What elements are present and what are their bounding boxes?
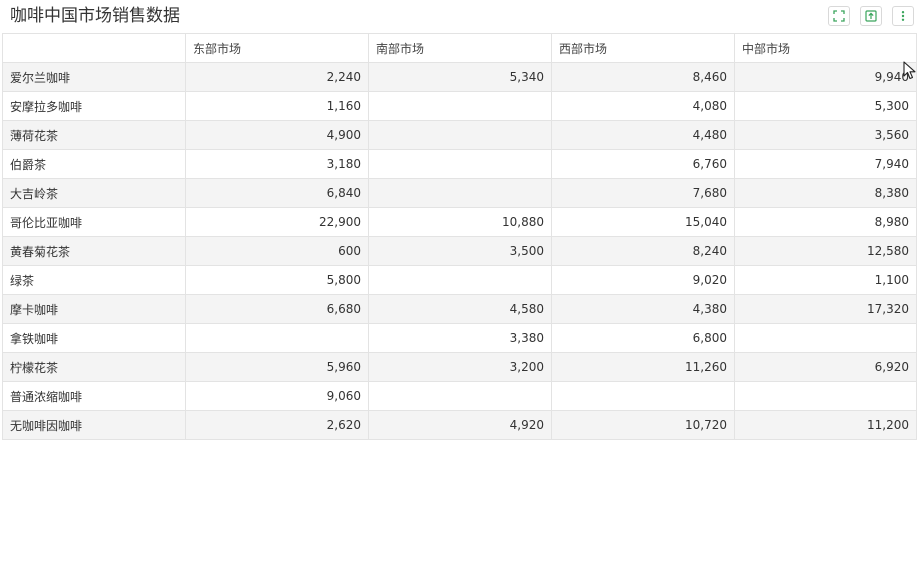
value-cell[interactable]: 3,180 xyxy=(185,149,369,179)
row-label-cell[interactable]: 黄春菊花茶 xyxy=(2,236,186,266)
value-cell[interactable]: 5,800 xyxy=(185,265,369,295)
value-cell[interactable] xyxy=(368,120,552,150)
row-label-cell[interactable]: 大吉岭茶 xyxy=(2,178,186,208)
value-cell[interactable]: 4,480 xyxy=(551,120,735,150)
column-header[interactable]: 西部市场 xyxy=(551,33,735,63)
table-row: 安摩拉多咖啡 1,160 4,080 5,300 xyxy=(2,91,917,121)
mouse-cursor-icon xyxy=(903,61,916,80)
fullscreen-icon xyxy=(833,10,845,22)
value-cell[interactable]: 4,920 xyxy=(368,410,552,440)
table-row: 哥伦比亚咖啡 22,900 10,880 15,040 8,980 xyxy=(2,207,917,237)
value-cell[interactable]: 5,960 xyxy=(185,352,369,382)
value-cell[interactable]: 8,380 xyxy=(734,178,917,208)
table-row: 薄荷花茶 4,900 4,480 3,560 xyxy=(2,120,917,150)
value-cell[interactable]: 2,620 xyxy=(185,410,369,440)
value-cell[interactable] xyxy=(368,381,552,411)
value-cell[interactable]: 9,060 xyxy=(185,381,369,411)
table-row: 普通浓缩咖啡 9,060 xyxy=(2,381,917,411)
value-cell[interactable]: 3,380 xyxy=(368,323,552,353)
table-row: 伯爵茶 3,180 6,760 7,940 xyxy=(2,149,917,179)
value-cell[interactable]: 10,880 xyxy=(368,207,552,237)
value-cell[interactable]: 4,900 xyxy=(185,120,369,150)
row-label-cell[interactable]: 拿铁咖啡 xyxy=(2,323,186,353)
table-row: 拿铁咖啡 3,380 6,800 xyxy=(2,323,917,353)
value-cell[interactable]: 4,080 xyxy=(551,91,735,121)
value-cell[interactable]: 1,100 xyxy=(734,265,917,295)
value-cell[interactable]: 8,460 xyxy=(551,62,735,92)
table-header-row: 东部市场 南部市场 西部市场 中部市场 xyxy=(2,33,917,63)
value-cell[interactable]: 11,200 xyxy=(734,410,917,440)
value-cell[interactable]: 17,320 xyxy=(734,294,917,324)
value-cell[interactable]: 5,340 xyxy=(368,62,552,92)
table-row: 大吉岭茶 6,840 7,680 8,380 xyxy=(2,178,917,208)
value-cell[interactable]: 7,680 xyxy=(551,178,735,208)
more-vertical-icon xyxy=(901,11,905,21)
value-cell[interactable]: 5,300 xyxy=(734,91,917,121)
table-row: 摩卡咖啡 6,680 4,580 4,380 17,320 xyxy=(2,294,917,324)
value-cell[interactable]: 1,160 xyxy=(185,91,369,121)
more-button[interactable] xyxy=(892,6,914,26)
value-cell[interactable]: 3,200 xyxy=(368,352,552,382)
value-cell[interactable] xyxy=(368,265,552,295)
value-cell[interactable]: 3,560 xyxy=(734,120,917,150)
table-row: 黄春菊花茶 600 3,500 8,240 12,580 xyxy=(2,236,917,266)
value-cell[interactable]: 8,240 xyxy=(551,236,735,266)
value-cell[interactable]: 9,940 xyxy=(734,62,917,92)
fullscreen-button[interactable] xyxy=(828,6,850,26)
value-cell[interactable] xyxy=(368,178,552,208)
value-cell[interactable] xyxy=(734,323,917,353)
value-cell[interactable]: 7,940 xyxy=(734,149,917,179)
row-label-cell[interactable]: 柠檬花茶 xyxy=(2,352,186,382)
value-cell[interactable]: 9,020 xyxy=(551,265,735,295)
value-cell[interactable]: 10,720 xyxy=(551,410,735,440)
value-cell[interactable]: 6,760 xyxy=(551,149,735,179)
value-cell[interactable] xyxy=(185,323,369,353)
value-cell[interactable]: 3,500 xyxy=(368,236,552,266)
row-label-cell[interactable]: 伯爵茶 xyxy=(2,149,186,179)
table-row: 爱尔兰咖啡 2,240 5,340 8,460 9,940 xyxy=(2,62,917,92)
row-label-cell[interactable]: 爱尔兰咖啡 xyxy=(2,62,186,92)
column-header[interactable]: 中部市场 xyxy=(734,33,917,63)
row-label-cell[interactable]: 薄荷花茶 xyxy=(2,120,186,150)
value-cell[interactable]: 600 xyxy=(185,236,369,266)
value-cell[interactable]: 2,240 xyxy=(185,62,369,92)
row-label-cell[interactable]: 普通浓缩咖啡 xyxy=(2,381,186,411)
value-cell[interactable]: 6,840 xyxy=(185,178,369,208)
column-header[interactable] xyxy=(2,33,186,63)
value-cell[interactable]: 8,980 xyxy=(734,207,917,237)
row-label-cell[interactable]: 哥伦比亚咖啡 xyxy=(2,207,186,237)
column-header[interactable]: 东部市场 xyxy=(185,33,369,63)
row-label-cell[interactable]: 绿茶 xyxy=(2,265,186,295)
page-title: 咖啡中国市场销售数据 xyxy=(10,6,180,26)
value-cell[interactable]: 22,900 xyxy=(185,207,369,237)
row-label-cell[interactable]: 摩卡咖啡 xyxy=(2,294,186,324)
value-cell[interactable]: 12,580 xyxy=(734,236,917,266)
value-cell[interactable] xyxy=(734,381,917,411)
row-label-cell[interactable]: 安摩拉多咖啡 xyxy=(2,91,186,121)
value-cell[interactable]: 6,680 xyxy=(185,294,369,324)
column-header[interactable]: 南部市场 xyxy=(368,33,552,63)
value-cell[interactable]: 6,800 xyxy=(551,323,735,353)
table-row: 绿茶 5,800 9,020 1,100 xyxy=(2,265,917,295)
export-button[interactable] xyxy=(860,6,882,26)
value-cell[interactable] xyxy=(368,91,552,121)
sales-table: 东部市场 南部市场 西部市场 中部市场 爱尔兰咖啡 2,240 5,340 8,460… xyxy=(2,33,917,440)
value-cell[interactable]: 6,920 xyxy=(734,352,917,382)
value-cell[interactable]: 11,260 xyxy=(551,352,735,382)
value-cell[interactable]: 15,040 xyxy=(551,207,735,237)
table-row: 无咖啡因咖啡 2,620 4,920 10,720 11,200 xyxy=(2,410,917,440)
export-icon xyxy=(865,10,877,22)
value-cell[interactable] xyxy=(551,381,735,411)
value-cell[interactable] xyxy=(368,149,552,179)
header-bar: 咖啡中国市场销售数据 xyxy=(0,0,920,33)
value-cell[interactable]: 4,580 xyxy=(368,294,552,324)
row-label-cell[interactable]: 无咖啡因咖啡 xyxy=(2,410,186,440)
value-cell[interactable]: 4,380 xyxy=(551,294,735,324)
table-row: 柠檬花茶 5,960 3,200 11,260 6,920 xyxy=(2,352,917,382)
